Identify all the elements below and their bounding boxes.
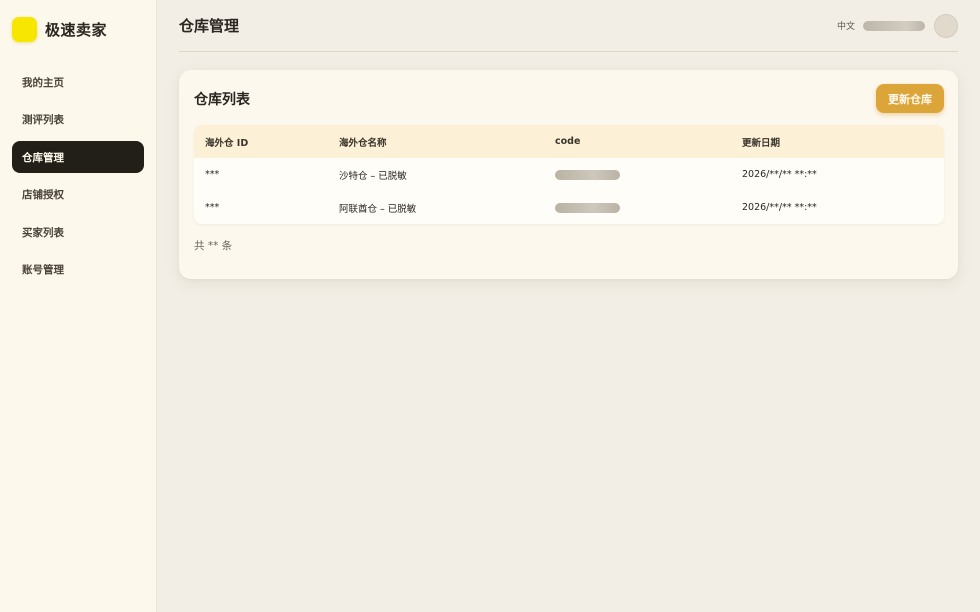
cell-date: 2026/**/** **:** [742,202,817,213]
table-row[interactable]: *** 阿联酋仓 – 已脱敏 2026/**/** **:** [194,191,944,224]
sidebar-item-buyers[interactable]: 买家列表 [12,216,144,248]
sidebar: 极速卖家 我的主页 测评列表 仓库管理 店铺授权 买家列表 账号管理 [0,0,157,612]
table-header-row: 海外仓 ID 海外仓名称 code 更新日期 [194,125,944,158]
sidebar-item-store-auth[interactable]: 店铺授权 [12,179,144,211]
card-header: 仓库列表 更新仓库 [194,84,944,113]
brand[interactable]: 极速卖家 [0,16,156,42]
total-count: 共 ** 条 [194,240,233,252]
warehouse-table: 海外仓 ID 海外仓名称 code 更新日期 *** 沙特仓 – 已脱敏 202… [194,125,944,224]
column-header-code: code [555,136,581,147]
code-redacted [555,169,620,180]
cell-code [544,158,731,191]
sidebar-item-reviews[interactable]: 测评列表 [12,104,144,136]
cell-id: *** [205,202,220,213]
update-warehouse-button[interactable]: 更新仓库 [876,84,944,113]
code-redacted [555,202,620,213]
page-title: 仓库管理 [179,17,240,35]
app-root: 极速卖家 我的主页 测评列表 仓库管理 店铺授权 买家列表 账号管理 仓库管理 … [0,0,980,612]
header-actions: 中文 [837,13,958,38]
language-switch[interactable]: 中文 [837,19,855,32]
brand-name: 极速卖家 [45,20,108,39]
brand-logo-icon [12,16,37,42]
cell-id: *** [205,169,220,180]
main-content: 仓库管理 中文 仓库列表 更新仓库 海外仓 ID 海外仓名称 code 更新日期… [157,0,980,612]
cell-code [544,191,731,224]
table-row[interactable]: *** 沙特仓 – 已脱敏 2026/**/** **:** [194,158,944,191]
sidebar-item-account[interactable]: 账号管理 [12,254,144,286]
cell-name: 沙特仓 – 已脱敏 [339,170,407,182]
cell-name: 阿联酋仓 – 已脱敏 [339,203,417,215]
column-header-id: 海外仓 ID [205,137,249,149]
column-header-name: 海外仓名称 [339,137,387,149]
page-header: 仓库管理 中文 [179,0,958,52]
card-title: 仓库列表 [194,91,250,108]
sidebar-item-warehouse[interactable]: 仓库管理 [12,141,144,173]
avatar[interactable] [934,13,958,38]
warehouse-card: 仓库列表 更新仓库 海外仓 ID 海外仓名称 code 更新日期 *** 沙特仓… [179,70,958,279]
sidebar-item-home[interactable]: 我的主页 [12,66,144,98]
cell-date: 2026/**/** **:** [742,169,817,180]
user-name-redacted[interactable] [863,20,925,31]
sidebar-nav: 我的主页 测评列表 仓库管理 店铺授权 买家列表 账号管理 [0,66,156,286]
column-header-date: 更新日期 [742,137,781,149]
